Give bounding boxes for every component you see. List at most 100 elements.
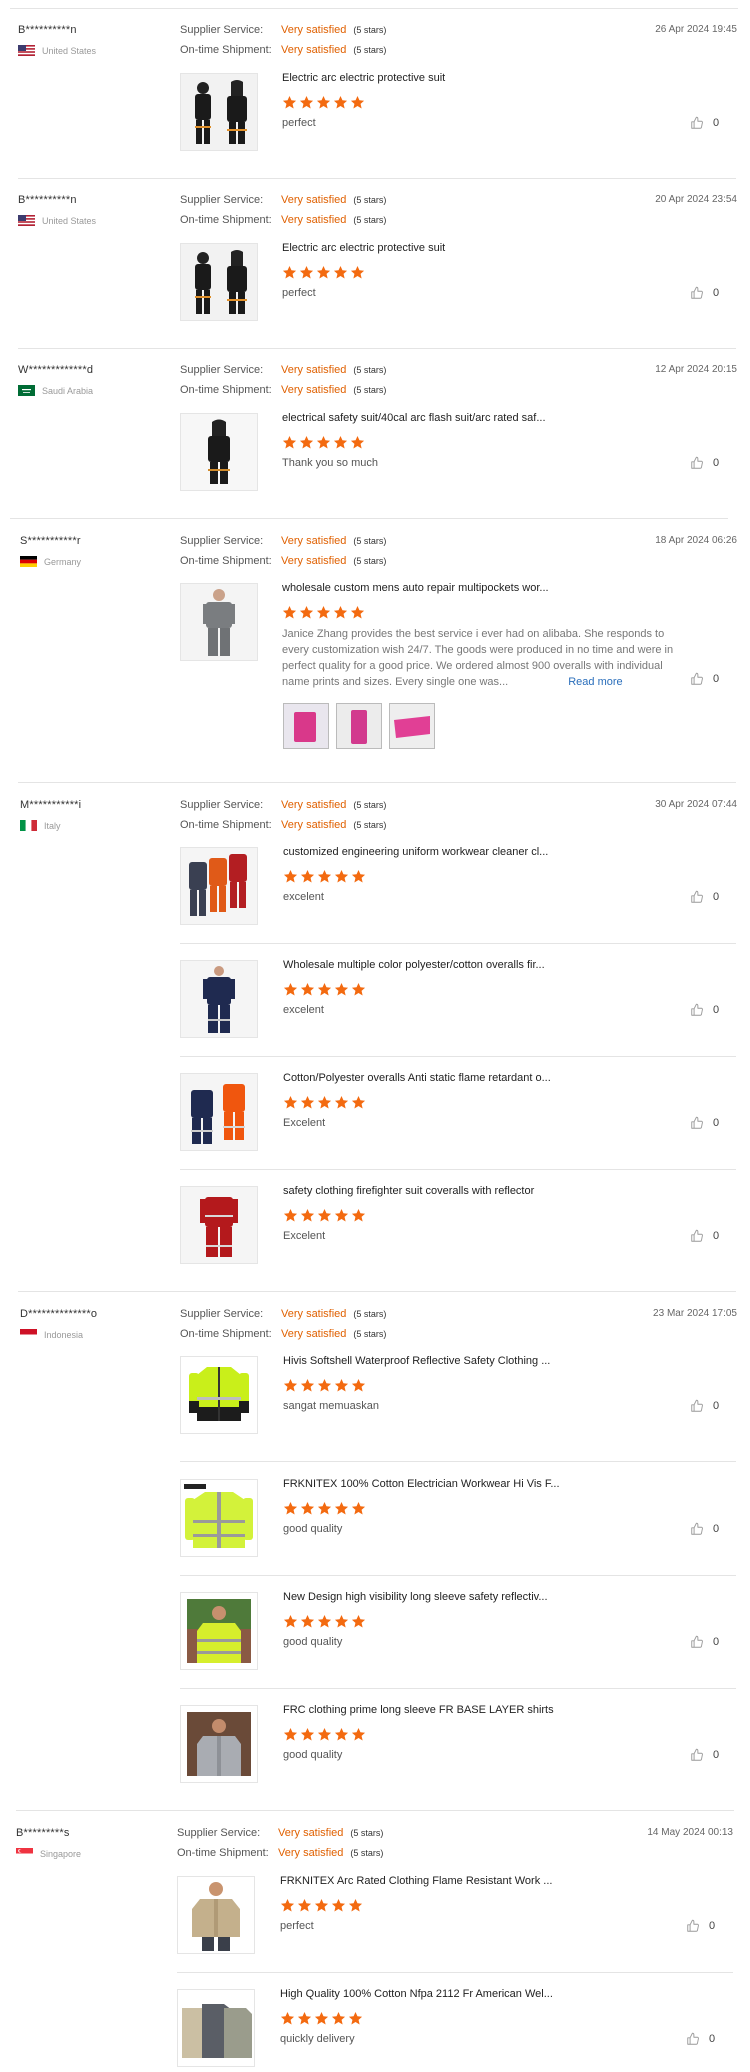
product-thumbnail[interactable] <box>180 1479 258 1557</box>
ontime-shipment-value: Very satisfied <box>281 384 347 396</box>
supplier-service-value: Very satisfied <box>281 194 347 206</box>
product-title[interactable]: Electric arc electric protective suit <box>282 72 445 84</box>
like-button[interactable]: 0 <box>690 456 719 470</box>
product-thumbnail[interactable] <box>177 1876 255 1954</box>
thumbs-up-icon <box>691 456 703 469</box>
review-photo[interactable] <box>283 703 329 749</box>
like-count: 0 <box>713 1230 720 1242</box>
us-flag-icon <box>18 45 35 56</box>
star-icon <box>316 605 331 619</box>
ontime-shipment-stars: (5 stars) <box>353 820 387 830</box>
ontime-shipment-row: On-time Shipment: Very satisfied (5 star… <box>177 1847 383 1859</box>
product-title[interactable]: High Quality 100% Cotton Nfpa 2112 Fr Am… <box>280 1988 553 2000</box>
product-divider <box>180 1575 736 1576</box>
thumbs-up-icon <box>691 1116 703 1129</box>
like-button[interactable]: 0 <box>690 286 719 300</box>
star-icon <box>317 1208 332 1222</box>
product-title[interactable]: Wholesale multiple color polyester/cotto… <box>283 959 545 971</box>
supplier-service-label: Supplier Service: <box>180 194 264 206</box>
review-comment: Excelent <box>283 1230 326 1242</box>
star-icon <box>317 1727 332 1741</box>
product-thumbnail[interactable] <box>180 847 258 925</box>
product-thumbnail[interactable] <box>177 1989 255 2067</box>
like-count: 0 <box>713 287 720 299</box>
product-thumbnail[interactable] <box>180 73 258 151</box>
product-thumbnail[interactable] <box>180 1705 258 1783</box>
product-title[interactable]: Hivis Softshell Waterproof Reflective Sa… <box>283 1355 550 1367</box>
product-thumbnail[interactable] <box>180 1356 258 1434</box>
product-title[interactable]: FRC clothing prime long sleeve FR BASE L… <box>283 1704 554 1716</box>
product-title[interactable]: safety clothing firefighter suit coveral… <box>283 1185 534 1197</box>
review-photo[interactable] <box>336 703 382 749</box>
like-button[interactable]: 0 <box>690 1116 719 1130</box>
like-button[interactable]: 0 <box>690 116 719 130</box>
star-icon <box>299 605 314 619</box>
product-thumbnail[interactable] <box>180 243 258 321</box>
like-button[interactable]: 0 <box>690 1748 719 1762</box>
product-thumbnail[interactable] <box>180 1592 258 1670</box>
product-title[interactable]: customized engineering uniform workwear … <box>283 846 548 858</box>
review-photo[interactable] <box>389 703 435 749</box>
star-icon <box>351 1095 366 1109</box>
like-count: 0 <box>713 1749 720 1761</box>
ontime-shipment-stars: (5 stars) <box>353 215 387 225</box>
supplier-service-row: Supplier Service: Very satisfied (5 star… <box>177 1827 383 1839</box>
star-icon <box>280 1898 295 1912</box>
star-icon <box>280 2011 295 2025</box>
supplier-service-stars: (5 stars) <box>353 195 387 205</box>
star-icon <box>314 1898 329 1912</box>
like-button[interactable]: 0 <box>690 1522 719 1536</box>
star-icon <box>334 982 349 996</box>
buyer-name: B*********s <box>16 1827 70 1839</box>
like-button[interactable]: 0 <box>690 1229 719 1243</box>
star-icon <box>351 1208 366 1222</box>
ontime-shipment-stars: (5 stars) <box>353 385 387 395</box>
product-title[interactable]: wholesale custom mens auto repair multip… <box>282 582 549 594</box>
rating-stars <box>282 435 367 450</box>
product-thumbnail[interactable] <box>180 960 258 1038</box>
product-title[interactable]: New Design high visibility long sleeve s… <box>283 1591 548 1603</box>
star-icon <box>333 95 348 109</box>
star-icon <box>351 982 366 996</box>
like-button[interactable]: 0 <box>690 890 719 904</box>
ontime-shipment-row: On-time Shipment: Very satisfied (5 star… <box>180 44 386 56</box>
supplier-service-label: Supplier Service: <box>180 24 264 36</box>
like-count: 0 <box>709 1920 716 1932</box>
id-flag-icon <box>20 1329 37 1340</box>
like-button[interactable]: 0 <box>690 1399 719 1413</box>
ontime-shipment-stars: (5 stars) <box>353 556 387 566</box>
star-icon <box>283 1501 298 1515</box>
product-thumbnail[interactable] <box>180 1186 258 1264</box>
like-button[interactable]: 0 <box>690 1635 719 1649</box>
like-button[interactable]: 0 <box>690 1003 719 1017</box>
buyer-name: S***********r <box>20 535 81 547</box>
ontime-shipment-row: On-time Shipment: Very satisfied (5 star… <box>180 555 386 567</box>
review-comment: perfect <box>282 117 316 129</box>
product-title[interactable]: Electric arc electric protective suit <box>282 242 445 254</box>
review-comment: quickly delivery <box>280 2033 355 2045</box>
like-button[interactable]: 0 <box>686 1919 715 1933</box>
product-thumbnail[interactable] <box>180 1073 258 1151</box>
product-thumbnail[interactable] <box>180 413 258 491</box>
country-name: Indonesia <box>44 1329 84 1340</box>
product-thumbnail[interactable] <box>180 583 258 661</box>
star-icon <box>334 1727 349 1741</box>
product-title[interactable]: FRKNITEX 100% Cotton Electrician Workwea… <box>283 1478 560 1490</box>
buyer-country: Saudi Arabia <box>18 385 93 396</box>
ontime-shipment-label: On-time Shipment: <box>180 44 272 56</box>
rating-stars <box>283 1378 368 1393</box>
like-count: 0 <box>713 1117 720 1129</box>
star-icon <box>334 1614 349 1628</box>
product-title[interactable]: electrical safety suit/40cal arc flash s… <box>282 412 546 424</box>
star-icon <box>351 1614 366 1628</box>
read-more-link[interactable]: Read more <box>568 676 622 688</box>
like-button[interactable]: 0 <box>690 672 719 686</box>
like-count: 0 <box>713 117 720 129</box>
product-title[interactable]: FRKNITEX Arc Rated Clothing Flame Resist… <box>280 1875 552 1887</box>
product-title[interactable]: Cotton/Polyester overalls Anti static fl… <box>283 1072 551 1084</box>
review-comment: excelent <box>283 891 324 903</box>
rating-stars <box>280 2011 365 2026</box>
star-icon <box>314 2011 329 2025</box>
star-icon <box>351 1378 366 1392</box>
like-button[interactable]: 0 <box>686 2032 715 2046</box>
